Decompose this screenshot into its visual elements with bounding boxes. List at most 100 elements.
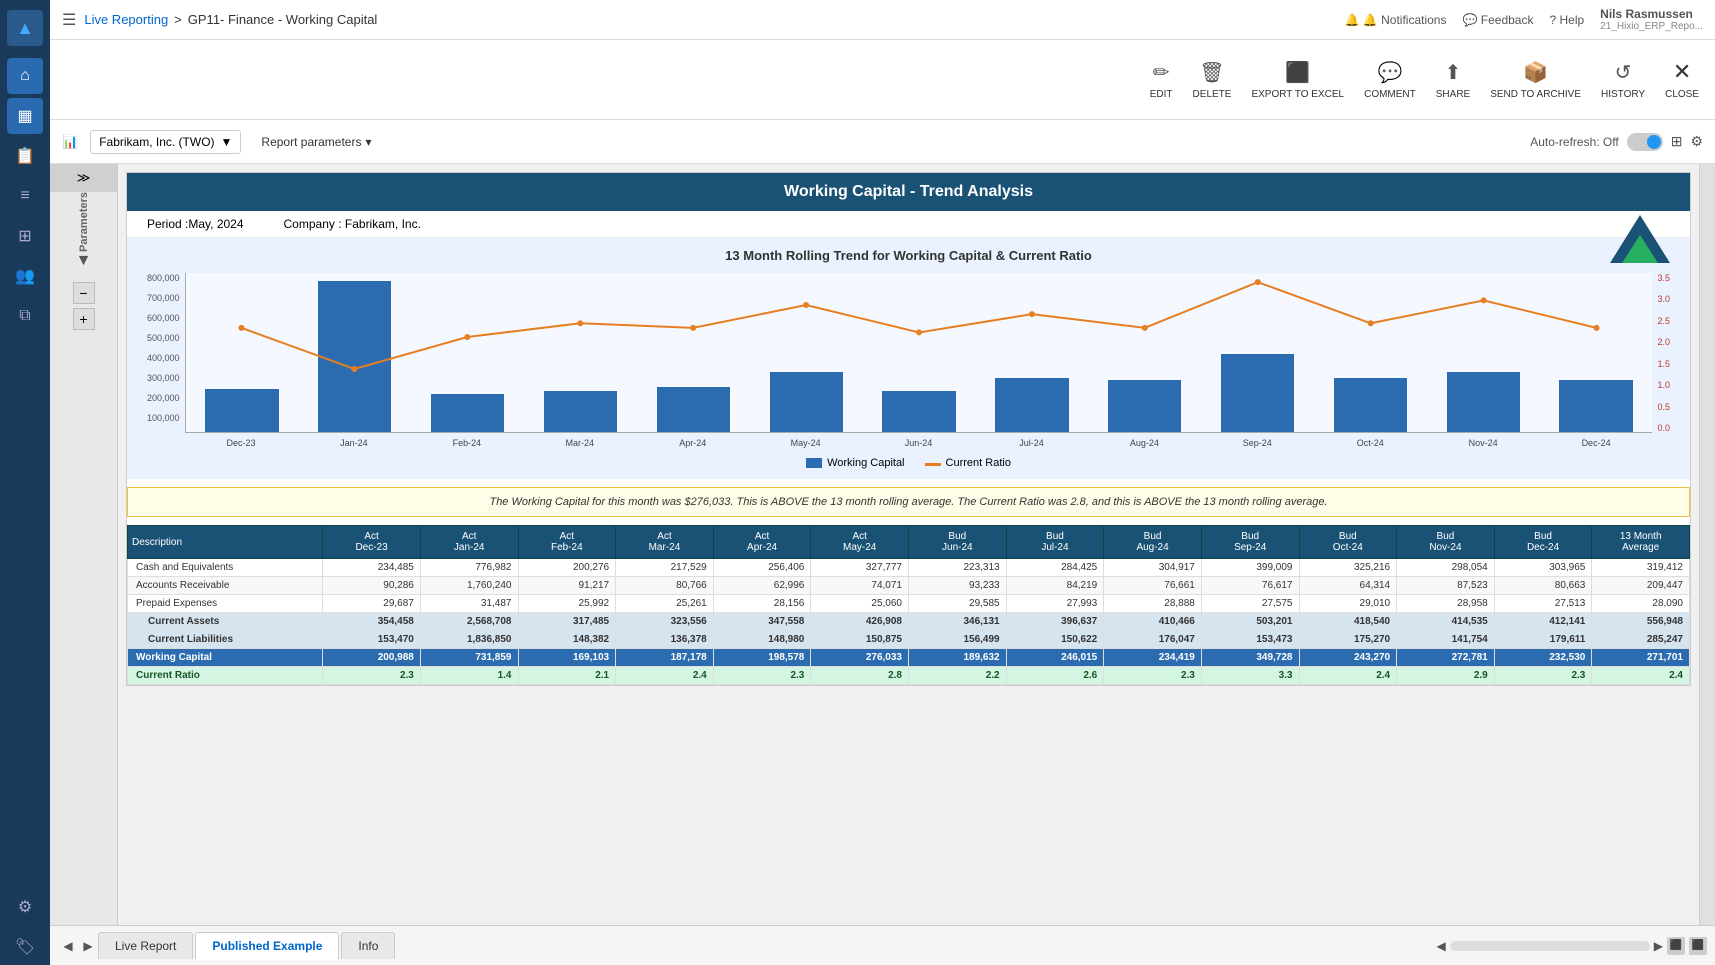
row-val: 179,611 (1494, 631, 1592, 649)
page-icon-2[interactable]: ⬛ (1689, 937, 1707, 955)
table-icon: 📊 (62, 134, 78, 150)
col-header-13: Bud Dec-24 (1494, 526, 1592, 559)
history-icon: ↺ (1615, 60, 1632, 85)
sidebar-item-charts[interactable]: ▦ (7, 98, 43, 134)
x-label-Jul-24: Jul-24 (975, 433, 1088, 453)
row-val: 87,523 (1397, 577, 1495, 595)
tab-prev-button[interactable]: ◀ (58, 936, 78, 956)
close-button[interactable]: ✕ CLOSE (1665, 59, 1699, 100)
row-val: 176,047 (1104, 631, 1202, 649)
row-val: 29,687 (323, 595, 421, 613)
row-val: 200,276 (518, 559, 616, 577)
history-label: HISTORY (1601, 89, 1645, 100)
settings-icon[interactable]: ⚙ (1690, 133, 1703, 150)
company-label: Company (284, 217, 335, 231)
row-val: 776,982 (420, 559, 518, 577)
row-val: 25,261 (616, 595, 714, 613)
sidebar-item-home[interactable]: ⌂ (7, 58, 43, 94)
row-val: 29,010 (1299, 595, 1397, 613)
horizontal-scrollbar[interactable] (1450, 941, 1650, 951)
row-desc: Current Assets (128, 613, 323, 631)
report-meta: Period :May, 2024 Company : Fabrikam, In… (127, 211, 1690, 238)
notifications-label[interactable]: 🔔 Notifications (1363, 13, 1447, 27)
share-button[interactable]: ⬆ SHARE (1436, 60, 1470, 100)
app-logo[interactable]: ▲ (7, 10, 43, 46)
params-arrow: ▾ (365, 135, 371, 149)
edit-icon: ✏ (1153, 60, 1170, 85)
report-container: Working Capital - Trend Analysis Period … (126, 172, 1691, 686)
row-desc: Working Capital (128, 649, 323, 667)
row-val: 91,217 (518, 577, 616, 595)
bar-Feb-24 (431, 394, 504, 432)
bar-Jan-24 (318, 281, 391, 432)
row-val: 2.3 (323, 667, 421, 685)
row-val: 189,632 (909, 649, 1007, 667)
help-button[interactable]: ? Help (1549, 13, 1584, 27)
report-params-button[interactable]: Report parameters ▾ (253, 131, 379, 153)
export-label: EXPORT TO EXCEL (1251, 89, 1344, 100)
zoom-out-button[interactable]: − (73, 282, 95, 304)
row-val: 347,558 (713, 613, 811, 631)
tab-published-example[interactable]: Published Example (195, 932, 339, 960)
parameters-label: Parameters (78, 192, 90, 252)
sidebar-item-blocks[interactable]: ⧉ (7, 298, 43, 334)
sidebar-item-tools[interactable]: ⚙ (7, 889, 43, 925)
col-header-12: Bud Nov-24 (1397, 526, 1495, 559)
auto-refresh-toggle[interactable] (1627, 133, 1663, 151)
notifications-button[interactable]: 🔔 🔔 Notifications (1345, 13, 1447, 27)
hamburger-menu[interactable]: ☰ (62, 10, 76, 30)
x-label-Jan-24: Jan-24 (297, 433, 410, 453)
x-label-Nov-24: Nov-24 (1427, 433, 1540, 453)
scroll-right-button[interactable]: ▶ (1654, 939, 1663, 953)
row-val: 74,071 (811, 577, 909, 595)
row-val: 284,425 (1006, 559, 1104, 577)
feedback-button[interactable]: 💬 Feedback (1462, 13, 1533, 27)
sidebar-item-tag[interactable]: 🏷 (7, 929, 43, 965)
help-label[interactable]: ? Help (1549, 13, 1584, 27)
company-selector[interactable]: Fabrikam, Inc. (TWO) ▼ (90, 130, 241, 154)
history-button[interactable]: ↺ HISTORY (1601, 60, 1645, 100)
page-icon-1[interactable]: ⬛ (1667, 937, 1685, 955)
sidebar-item-grid[interactable]: ⊞ (7, 218, 43, 254)
tab-live-report[interactable]: Live Report (98, 932, 193, 959)
archive-button[interactable]: 📦 SEND TO ARCHIVE (1490, 60, 1581, 100)
right-scrollbar[interactable] (1699, 164, 1715, 925)
row-val: 2.3 (1494, 667, 1592, 685)
row-val: 325,216 (1299, 559, 1397, 577)
report-logo (1610, 215, 1670, 263)
sidebar-item-list[interactable]: ≡ (7, 178, 43, 214)
row-val: 31,487 (420, 595, 518, 613)
bar-group-Feb-24 (411, 273, 524, 432)
row-val: 64,314 (1299, 577, 1397, 595)
expand-icon[interactable]: ⊞ (1671, 133, 1683, 150)
export-button[interactable]: ⬛ EXPORT TO EXCEL (1251, 60, 1344, 100)
sidebar-item-documents[interactable]: 📋 (7, 138, 43, 174)
row-val: 76,661 (1104, 577, 1202, 595)
data-table: DescriptionAct Dec-23Act Jan-24Act Feb-2… (127, 525, 1690, 685)
edit-button[interactable]: ✏ EDIT (1150, 60, 1173, 100)
zoom-in-button[interactable]: + (73, 308, 95, 330)
row-val: 2.3 (1104, 667, 1202, 685)
delete-button[interactable]: 🗑 DELETE (1193, 60, 1232, 100)
archive-icon: 📦 (1523, 60, 1548, 85)
breadcrumb-root[interactable]: Live Reporting (84, 12, 168, 27)
comment-button[interactable]: 💬 COMMENT (1364, 60, 1416, 100)
row-val: 29,585 (909, 595, 1007, 613)
user-menu[interactable]: Nils Rasmussen 21_Hixio_ERP_Repo... (1600, 7, 1703, 32)
feedback-label[interactable]: 💬 Feedback (1462, 13, 1533, 27)
bar-Sep-24 (1221, 354, 1294, 432)
tab-info[interactable]: Info (341, 932, 395, 959)
panel-toggle[interactable]: ≫ (50, 164, 117, 192)
x-label-Feb-24: Feb-24 (410, 433, 523, 453)
user-sub: 21_Hixio_ERP_Repo... (1600, 21, 1703, 32)
bar-Oct-24 (1334, 378, 1407, 432)
comment-icon: 💬 (1377, 60, 1402, 85)
scroll-left-button[interactable]: ◀ (1437, 939, 1446, 953)
filter-icon[interactable]: ▼ (76, 252, 92, 270)
sidebar-item-people[interactable]: 👥 (7, 258, 43, 294)
row-val: 2.4 (616, 667, 714, 685)
row-val: 80,766 (616, 577, 714, 595)
row-val: 28,090 (1592, 595, 1690, 613)
tab-next-button[interactable]: ▶ (78, 936, 98, 956)
bar-Apr-24 (657, 387, 730, 432)
